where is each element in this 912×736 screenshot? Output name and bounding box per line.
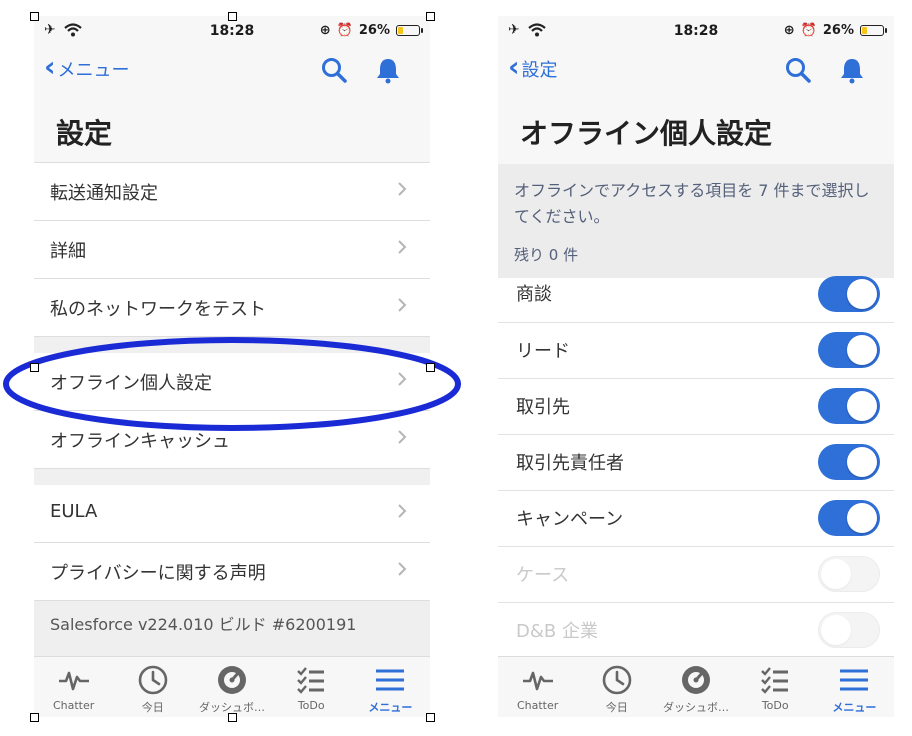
selection-handle[interactable] bbox=[426, 363, 435, 372]
selection-handle[interactable] bbox=[228, 713, 237, 722]
selection-handle[interactable] bbox=[228, 12, 237, 21]
selection-handle[interactable] bbox=[30, 12, 39, 21]
selection-handle[interactable] bbox=[426, 12, 435, 21]
selection-handle[interactable] bbox=[30, 363, 39, 372]
highlight-ellipse-stroke bbox=[3, 337, 461, 431]
selection-handle[interactable] bbox=[30, 713, 39, 722]
selection-handle[interactable] bbox=[426, 713, 435, 722]
highlight-ellipse bbox=[3, 337, 461, 431]
